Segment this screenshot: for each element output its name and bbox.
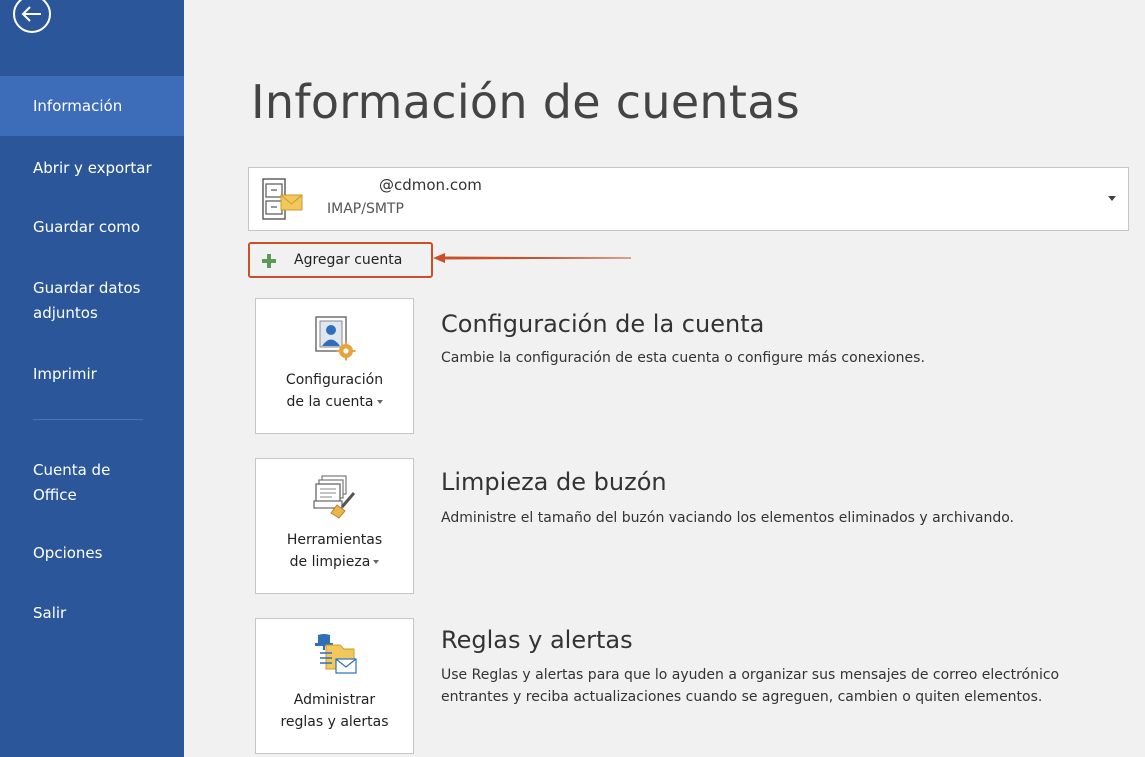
cleanup-tools-icon [312,475,355,519]
section-desc-rules-alerts: Use Reglas y alertas para que lo ayuden … [441,667,1060,705]
account-settings-icon [314,316,355,361]
page-title: Información de cuentas [251,75,800,129]
account-email: @cdmon.com [379,176,482,194]
plus-icon [262,254,276,268]
section-desc-account-settings: Cambie la configuración de esta cuenta o… [441,350,925,366]
cleanup-tools-button[interactable]: Herramientas de limpieza [255,458,414,594]
backstage-sidebar: Información Abrir y exportar Guardar com… [0,0,184,757]
chevron-down-icon [1108,196,1116,201]
nav-cuenta-office[interactable]: Cuenta de Office [0,459,184,506]
section-title-rules-alerts: Reglas y alertas [441,626,633,654]
mail-cabinet-icon [262,178,303,220]
dropdown-caret-icon [376,400,383,404]
nav-informacion[interactable]: Información [0,76,184,136]
section-title-account-settings: Configuración de la cuenta [441,310,765,338]
section-desc-mailbox-cleanup: Administre el tamaño del buzón vaciando … [441,510,1014,526]
back-arrow-icon [13,0,51,33]
add-account-button[interactable]: Agregar cuenta [248,242,433,278]
dropdown-caret-icon [373,560,380,564]
rules-alerts-icon [314,634,357,674]
nav-divider [33,419,143,420]
nav-opciones[interactable]: Opciones [0,542,184,564]
manage-rules-button[interactable]: Administrar reglas y alertas [255,618,414,754]
nav-abrir-exportar[interactable]: Abrir y exportar [0,157,184,179]
account-type: IMAP/SMTP [327,201,404,217]
nav-guardar-adjuntos[interactable]: Guardar datos adjuntos [0,277,184,324]
account-dropdown[interactable]: @cdmon.com IMAP/SMTP [248,167,1129,231]
nav-guardar-como[interactable]: Guardar como [0,216,184,238]
annotation-arrow [433,253,631,263]
back-button[interactable] [8,0,56,38]
nav-imprimir[interactable]: Imprimir [0,363,184,385]
section-title-mailbox-cleanup: Limpieza de buzón [441,468,667,496]
nav-salir[interactable]: Salir [0,602,184,624]
account-settings-button[interactable]: Configuración de la cuenta [255,298,414,434]
